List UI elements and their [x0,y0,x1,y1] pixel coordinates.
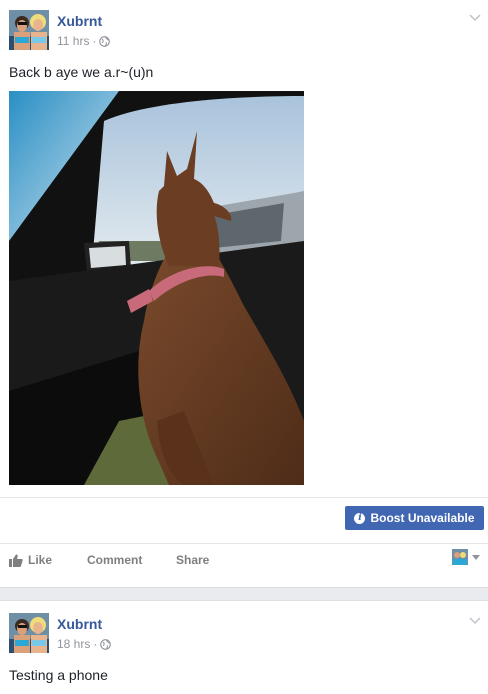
info-icon: i [354,512,366,524]
author-name[interactable]: Xubrnt [57,616,102,632]
globe-icon[interactable] [100,638,112,650]
meta-separator: · [92,34,97,48]
comment-button[interactable]: Comment [87,553,142,567]
like-button[interactable]: Like [9,553,52,567]
post-photo[interactable] [9,91,304,485]
chevron-down-icon[interactable] [469,14,481,22]
post-timestamp[interactable]: 11 hrs [57,34,89,48]
like-label: Like [28,553,53,567]
post-text: Testing a phone [9,667,108,683]
chevron-down-icon[interactable] [469,617,481,625]
feed-post: Xubrnt 11 hrs · Back b aye we a.r~(u)n i… [0,0,488,588]
post-text: Back b aye we a.r~(u)n [9,64,154,80]
author-name[interactable]: Xubrnt [57,13,102,29]
share-button[interactable]: Share [176,553,209,567]
post-as-selector[interactable] [452,549,480,565]
globe-icon[interactable] [99,35,111,47]
post-meta: 18 hrs · [57,637,112,651]
author-avatar[interactable] [9,613,49,653]
feed-post: Xubrnt 18 hrs · Testing a phone [0,600,488,694]
boost-label: Boost Unavailable [370,511,475,525]
boost-button[interactable]: i Boost Unavailable [345,506,484,530]
post-meta: 11 hrs · [57,34,111,48]
author-avatar[interactable] [9,10,49,50]
comment-label: Comment [87,553,143,567]
post-actions-bar: Like Comment Share [0,546,488,574]
caret-down-icon [472,554,480,560]
actions-divider [0,543,488,544]
post-divider [0,497,488,498]
post-timestamp[interactable]: 18 hrs [57,637,90,651]
avatar [452,549,468,565]
share-label: Share [176,553,210,567]
meta-separator: · [93,637,98,651]
like-thumb-icon [9,554,23,567]
